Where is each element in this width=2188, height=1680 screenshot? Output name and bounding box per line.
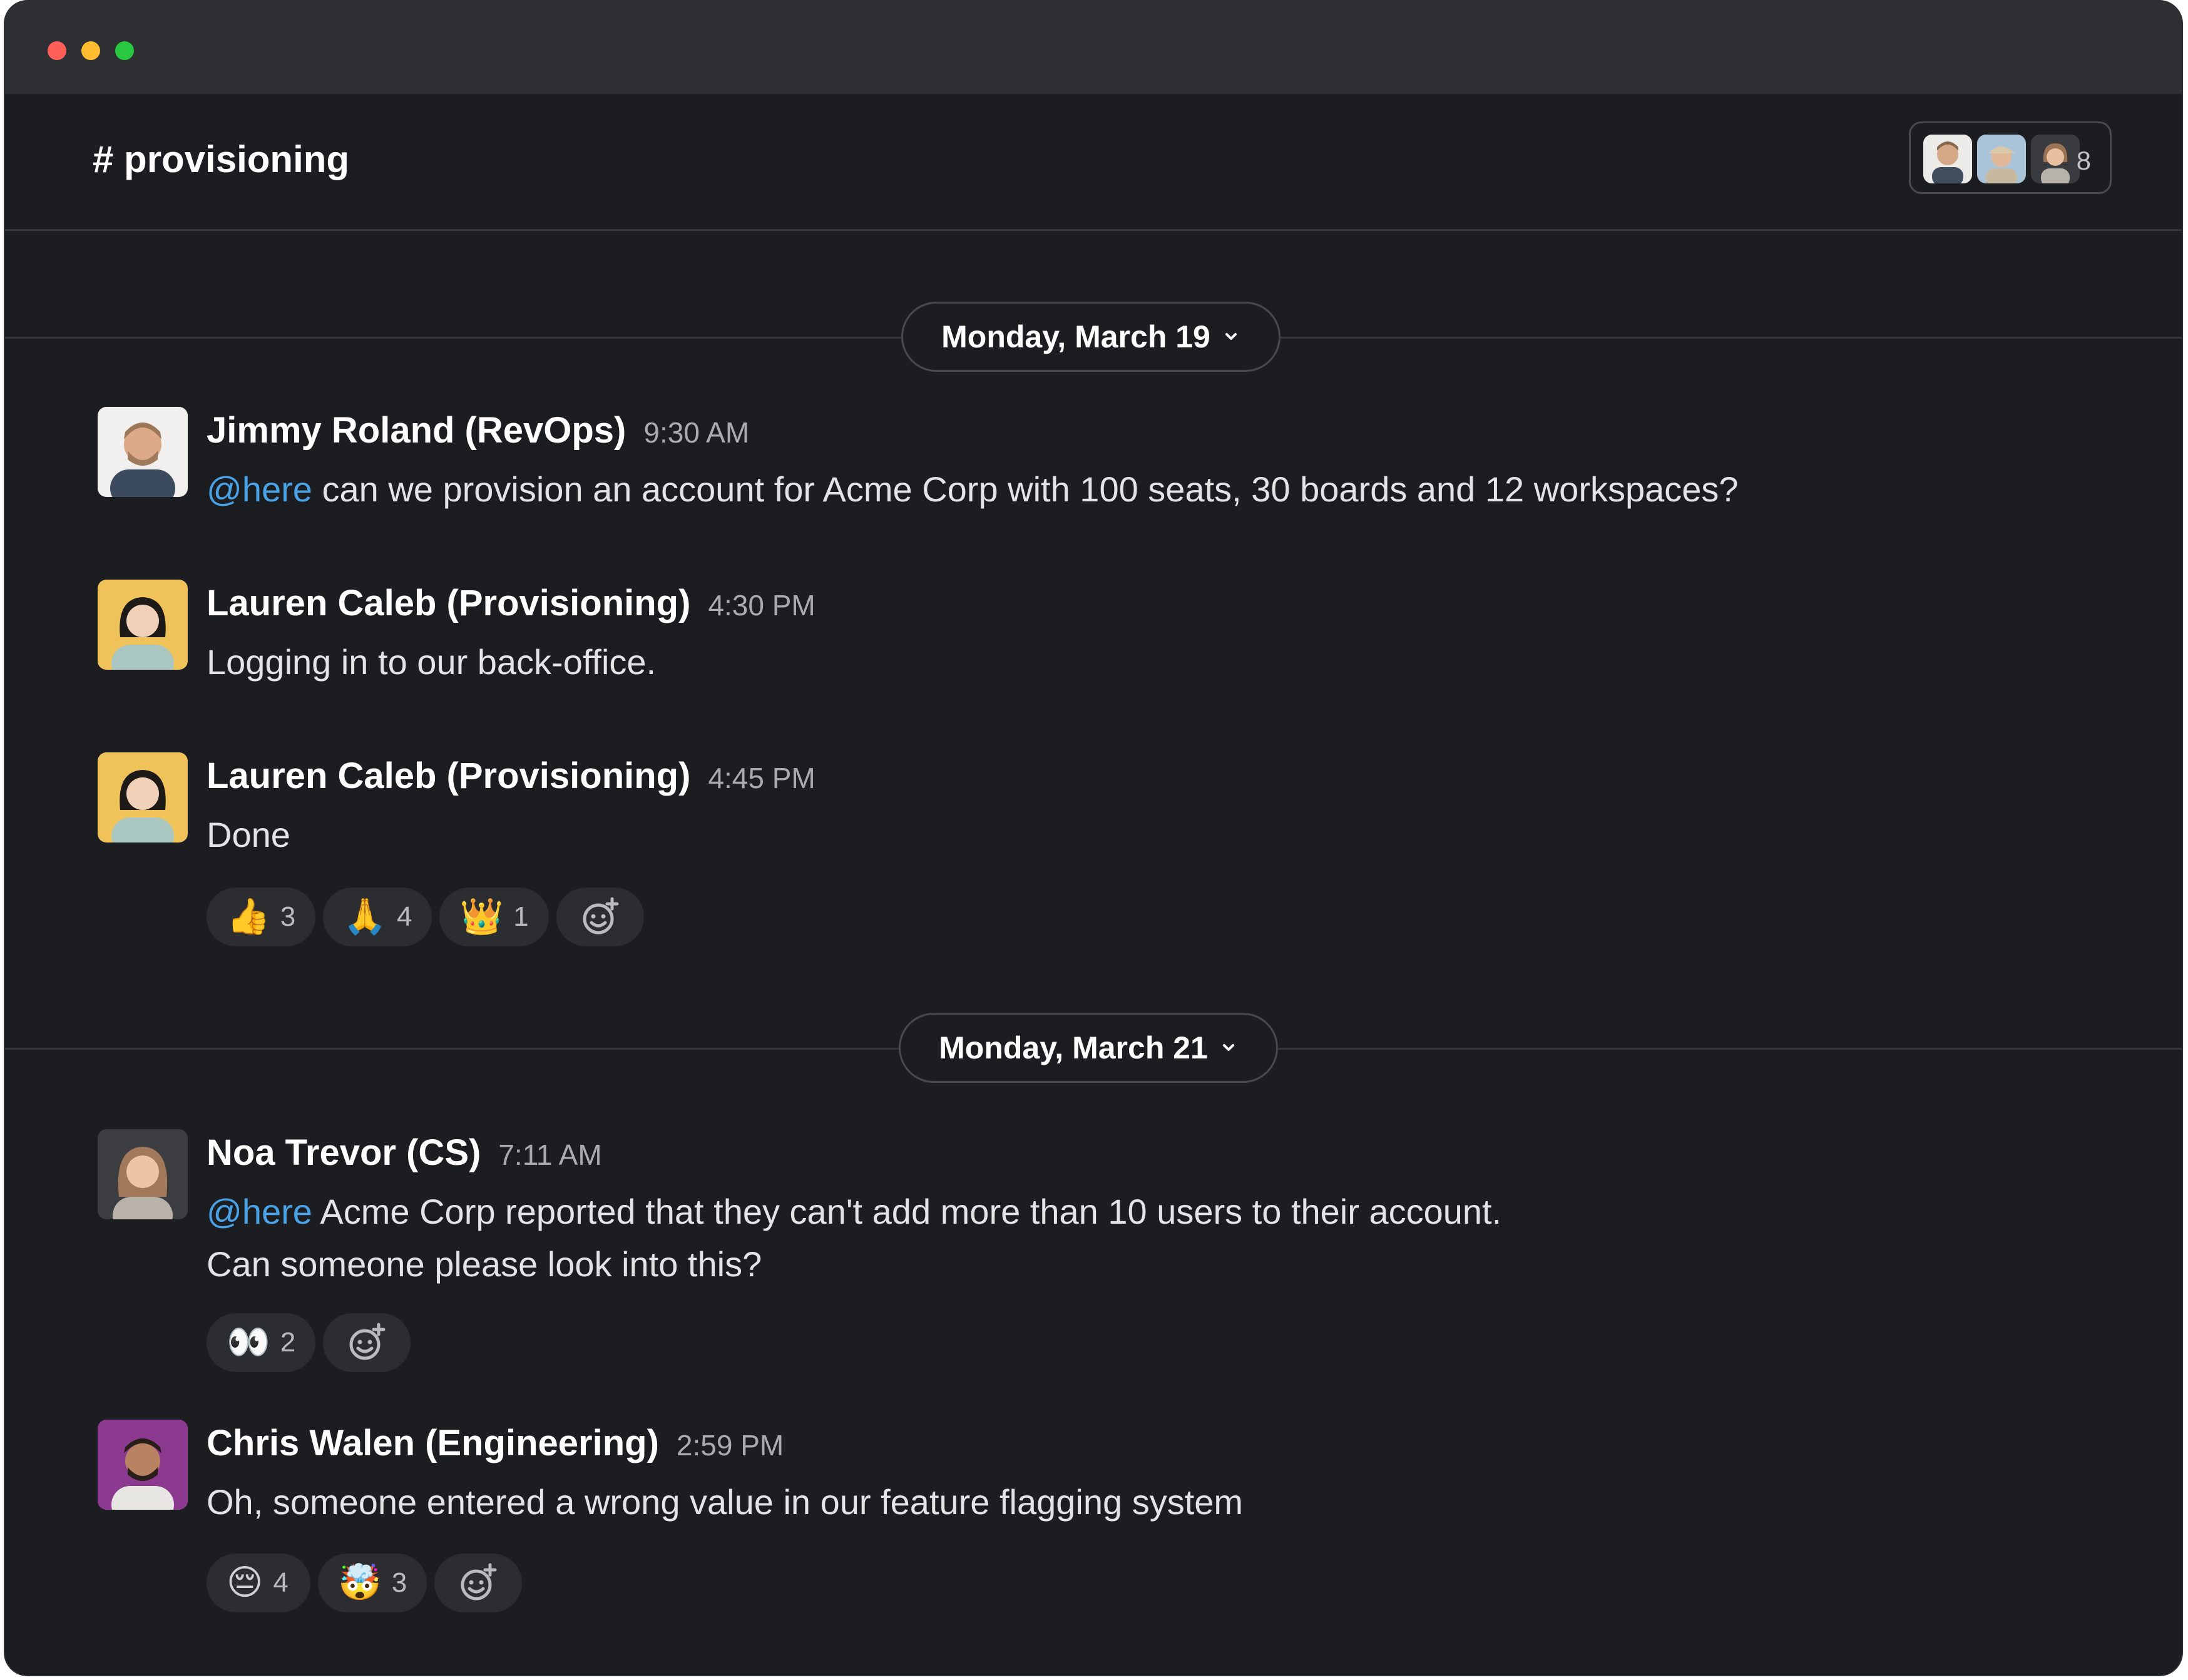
message-time[interactable]: 4:30 PM	[708, 589, 815, 622]
date-label: Monday, March 19	[941, 319, 1210, 354]
message-text-line-2: Can someone please look into this?	[207, 1244, 762, 1284]
message-text: Oh, someone entered a wrong value in our…	[207, 1482, 1244, 1522]
reaction-thumbs-up[interactable]: 👍 3	[207, 888, 316, 946]
message-sender[interactable]: Lauren Caleb (Provisioning) 4:30 PM	[207, 582, 815, 624]
channel-header: # provisioning 8	[5, 94, 2182, 231]
message-time[interactable]: 2:59 PM	[677, 1429, 784, 1462]
date-divider-button[interactable]: Monday, March 19	[901, 302, 1281, 372]
reaction-folded-hands[interactable]: 🙏 4	[323, 888, 432, 946]
member-avatar	[1923, 135, 1972, 183]
avatar[interactable]	[98, 1420, 188, 1510]
avatar[interactable]	[98, 580, 188, 670]
message-sender[interactable]: Jimmy Roland (RevOps) 9:30 AM	[207, 409, 749, 451]
message-sender[interactable]: Noa Trevor (CS) 7:11 AM	[207, 1132, 602, 1174]
maximize-window-button[interactable]	[115, 41, 134, 60]
window-titlebar	[5, 1, 2182, 94]
reaction-eyes[interactable]: 👀 2	[207, 1313, 316, 1372]
avatar[interactable]	[98, 407, 188, 497]
reaction-pensive-face[interactable]: 😔 4	[207, 1554, 310, 1612]
channel-members-button[interactable]: 8	[1909, 121, 2112, 194]
close-window-button[interactable]	[48, 41, 66, 60]
member-avatar	[2031, 135, 2080, 183]
mention-link[interactable]: @here	[207, 469, 312, 509]
chevron-down-icon	[1225, 333, 1237, 340]
message-sender[interactable]: Lauren Caleb (Provisioning) 4:45 PM	[207, 755, 815, 797]
channel-title[interactable]: # provisioning	[93, 138, 349, 181]
member-avatar	[1977, 135, 2026, 183]
message-text: @here can we provision an account for Ac…	[207, 469, 1739, 509]
add-emoji-icon	[461, 1563, 497, 1601]
app-window: # provisioning 8 Monday, March 19 Jimmy …	[5, 1, 2182, 1675]
chevron-down-icon	[1222, 1044, 1234, 1051]
message-time[interactable]: 9:30 AM	[643, 416, 749, 449]
message-sender[interactable]: Chris Walen (Engineering) 2:59 PM	[207, 1422, 784, 1464]
message-text: Done	[207, 815, 290, 854]
add-reaction-button[interactable]	[434, 1554, 523, 1612]
date-divider-button[interactable]: Monday, March 21	[899, 1013, 1278, 1083]
reaction-crown[interactable]: 👑 1	[439, 888, 549, 946]
minimize-window-button[interactable]	[81, 41, 100, 60]
date-label: Monday, March 21	[939, 1030, 1208, 1065]
add-reaction-button[interactable]	[323, 1313, 411, 1372]
message-text: @here Acme Corp reported that they can't…	[207, 1192, 1502, 1231]
avatar[interactable]	[98, 1129, 188, 1219]
reactions-bar: 👍 3 🙏 4 👑 1	[207, 888, 644, 946]
reaction-exploding-head[interactable]: 🤯 3	[318, 1554, 427, 1612]
message-text: Logging in to our back-office.	[207, 642, 657, 682]
reactions-bar: 👀 2	[207, 1313, 411, 1372]
add-emoji-icon	[349, 1323, 386, 1360]
message-time[interactable]: 4:45 PM	[708, 762, 815, 794]
message-time[interactable]: 7:11 AM	[498, 1139, 601, 1171]
add-reaction-button[interactable]	[556, 888, 644, 946]
reactions-bar: 😔 4 🤯 3	[207, 1554, 523, 1612]
add-emoji-icon	[583, 897, 619, 935]
member-count: 8	[2076, 146, 2091, 175]
avatar[interactable]	[98, 752, 188, 843]
mention-link[interactable]: @here	[207, 1192, 312, 1231]
